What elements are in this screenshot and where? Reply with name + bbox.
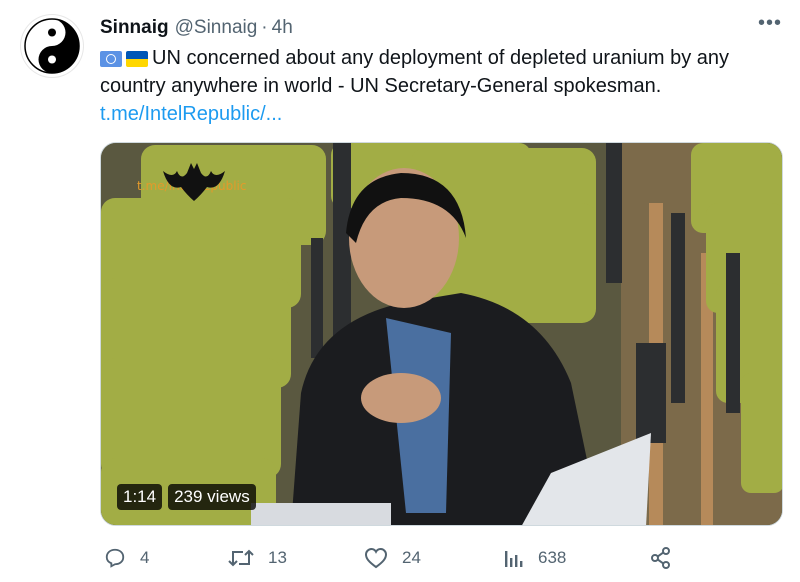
tweet-text: UN concerned about any deployment of dep… (100, 44, 780, 128)
retweet-icon (228, 549, 254, 567)
ukraine-flag-icon (126, 51, 148, 67)
like-count: 24 (402, 548, 421, 567)
share-button[interactable] (650, 540, 686, 576)
author-name[interactable]: Sinnaig (100, 17, 169, 39)
reply-icon (105, 548, 125, 568)
timestamp[interactable]: 4h (272, 17, 293, 39)
retweet-count: 13 (268, 548, 287, 567)
un-flag-icon (100, 51, 122, 67)
retweet-button[interactable]: 13 (228, 540, 287, 576)
reply-button[interactable]: 4 (104, 540, 149, 576)
video-meta: 1:14 239 views (117, 484, 256, 510)
yin-yang-icon (24, 18, 80, 74)
share-icon (651, 547, 670, 569)
author-handle[interactable]: @Sinnaig (175, 17, 258, 39)
avatar[interactable] (20, 14, 84, 78)
heart-icon (364, 547, 388, 569)
views-button[interactable]: 638 (504, 540, 566, 576)
tweet-body: UN concerned about any deployment of dep… (100, 47, 730, 97)
views-count: 638 (538, 548, 567, 567)
reply-count: 4 (140, 548, 150, 567)
tweet-link[interactable]: t.me/IntelRepublic/... (100, 103, 282, 125)
views-chart-icon (505, 551, 523, 567)
action-bar: 4 13 24 638 (0, 540, 800, 576)
like-button[interactable]: 24 (364, 540, 421, 576)
tweet-header: Sinnaig @Sinnaig · 4h (100, 14, 293, 42)
video-views: 239 views (168, 484, 256, 510)
video-duration: 1:14 (117, 484, 163, 510)
more-options-icon[interactable]: ••• (758, 12, 782, 35)
video-player[interactable]: t.me/IntelRepublic (100, 142, 783, 526)
bat-logo-icon (163, 163, 225, 201)
separator: · (261, 17, 268, 38)
